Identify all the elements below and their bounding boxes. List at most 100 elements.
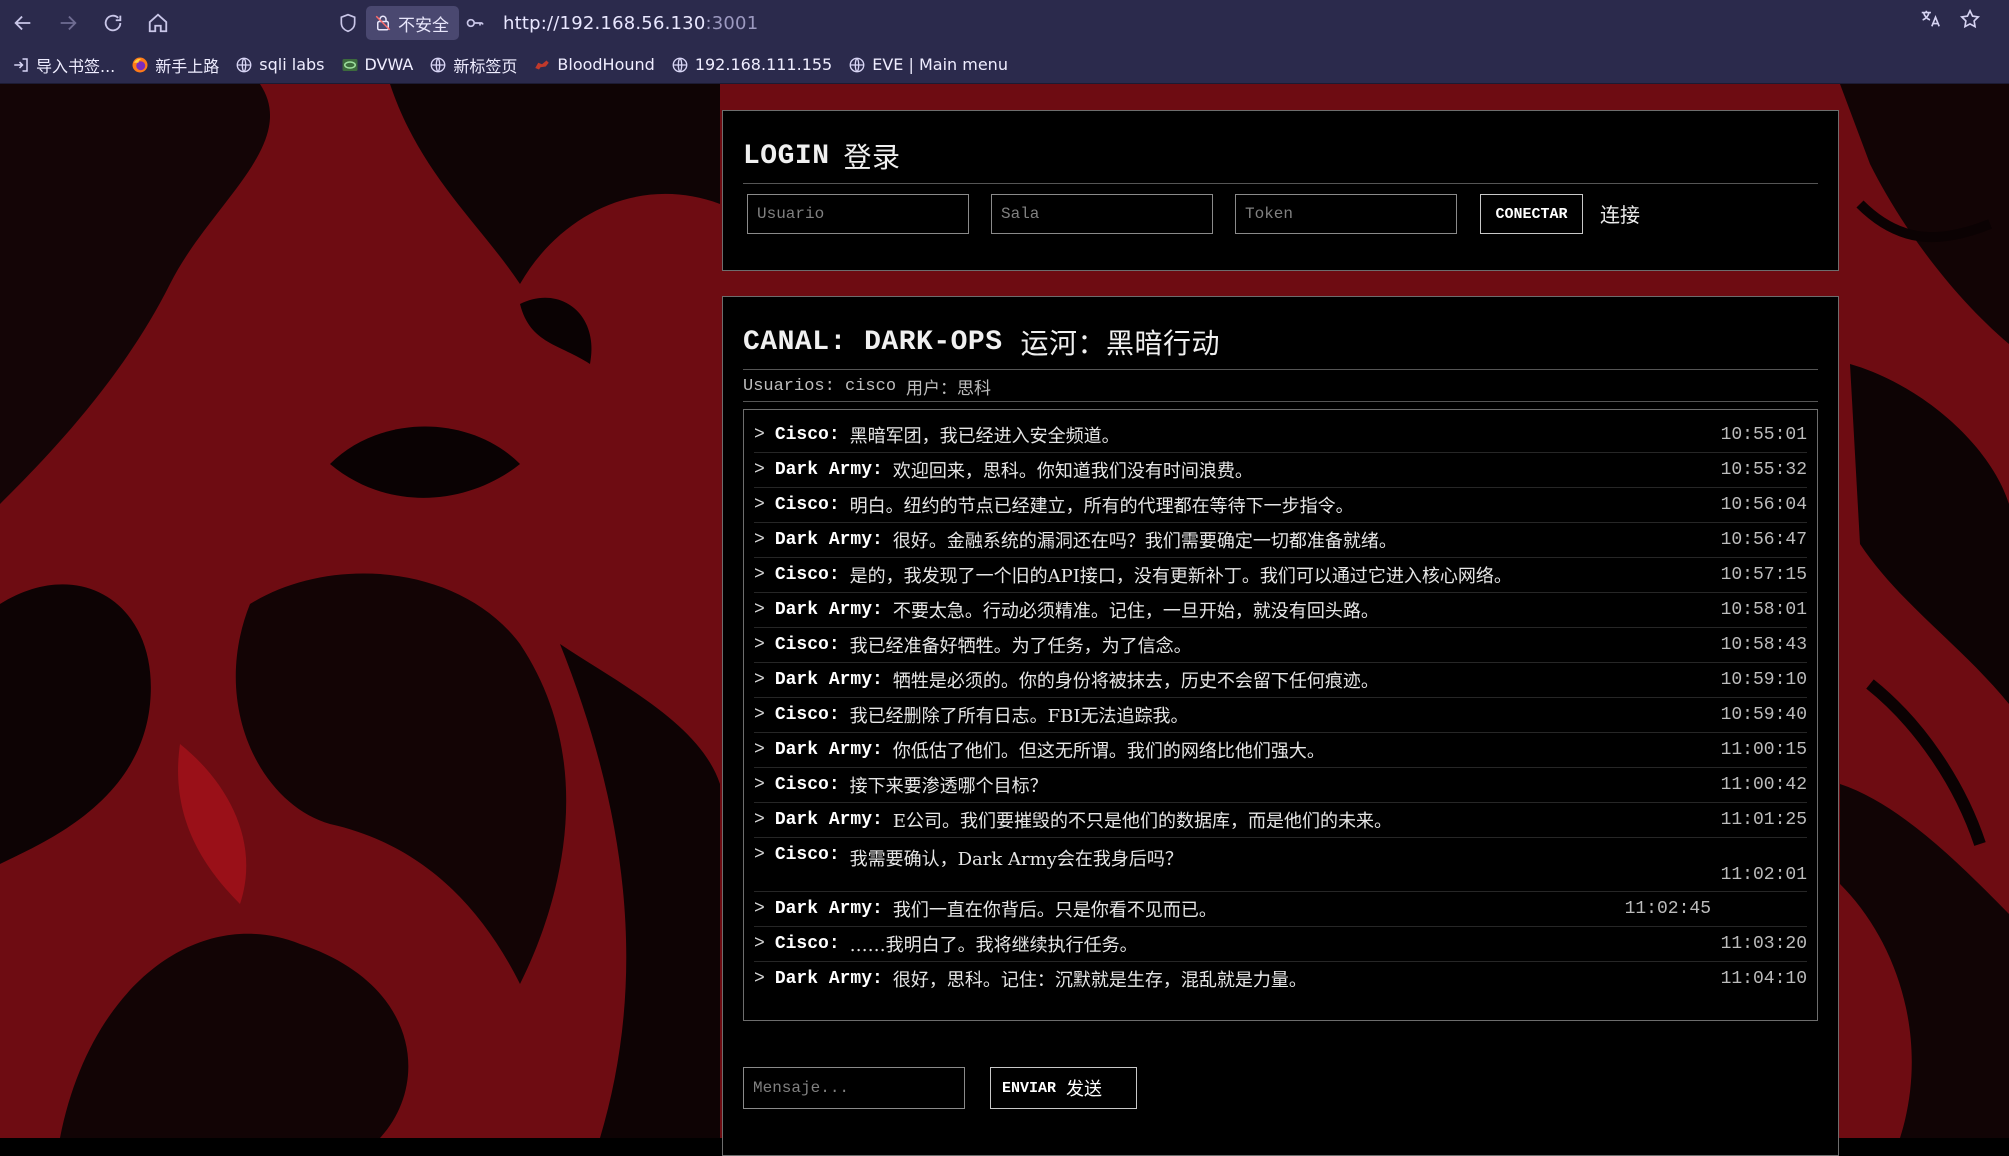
bookmark-new-tab[interactable]: 新标签页 xyxy=(429,53,517,77)
insecure-lock-icon xyxy=(375,15,391,31)
chat-message: > Cisco: ……我明白了。我将继续执行任务。 11:03:20 xyxy=(754,927,1807,962)
prompt-glyph: > xyxy=(754,899,765,919)
chat-message: > Dark Army: 你低估了他们。但这无所谓。我们的网络比他们强大。 11:00… xyxy=(754,733,1807,768)
bookmark-label: 新标签页 xyxy=(453,56,518,76)
chat-message: > Cisco: 我已经准备好牺牲。为了任务，为了信念。 10:58:43 xyxy=(754,628,1807,663)
back-button[interactable] xyxy=(0,0,45,46)
url-bar[interactable]: 不安全 http://192.168.56.130:3001 xyxy=(330,5,1960,41)
channel-title-text: CANAL: DARK-OPS xyxy=(743,326,1003,358)
prompt-glyph: > xyxy=(754,600,765,620)
message-time: 10:59:40 xyxy=(1720,705,1807,725)
url-host: http://192.168.56.130 xyxy=(503,12,706,34)
message-time: 10:57:15 xyxy=(1720,565,1807,585)
message-author: Cisco: xyxy=(774,635,840,655)
toolbar-right-icons xyxy=(1919,8,1981,30)
message-author: Cisco: xyxy=(774,775,840,795)
prompt-glyph: > xyxy=(754,845,765,865)
chat-message: > Cisco: 我需要确认，Dark Army会在我身后吗？ 11:02:01 xyxy=(754,838,1807,892)
bookmark-sqli-labs[interactable]: sqli labs xyxy=(235,55,325,74)
bookmark-eve[interactable]: EVE | Main menu xyxy=(848,55,1008,74)
translate-icon[interactable] xyxy=(1919,8,1941,30)
shield-icon xyxy=(340,13,356,33)
username-input[interactable] xyxy=(747,194,969,234)
prompt-glyph: > xyxy=(754,635,765,655)
message-log[interactable]: > Cisco: 黑暗军团，我已经进入安全频道。 10:55:01 > Dark Arm… xyxy=(743,409,1818,1021)
message-time: 10:58:01 xyxy=(1720,600,1807,620)
chat-message: > Dark Army: 我们一直在你背后。只是你看不见而已。 11:02:45 xyxy=(754,892,1807,927)
reload-button[interactable] xyxy=(90,0,135,46)
message-author: Cisco: xyxy=(774,934,840,954)
url-text[interactable]: http://192.168.56.130:3001 xyxy=(503,13,758,34)
message-text: 我们一直在你背后。只是你看不见而已。 xyxy=(892,900,1217,921)
bookmark-dvwa[interactable]: DVWA xyxy=(341,55,414,74)
bookmarks-bar: 导入书签... 新手上路 sqli labs DVWA 新标签页 BloodHo… xyxy=(0,46,2009,84)
message-author: Dark Army: xyxy=(774,899,883,919)
globe-icon xyxy=(672,57,688,72)
home-button[interactable] xyxy=(135,0,180,46)
message-time: 10:55:32 xyxy=(1720,460,1807,480)
message-text: 我需要确认，Dark Army会在我身后吗？ xyxy=(849,849,1183,870)
permissions-button[interactable] xyxy=(459,5,491,41)
import-icon xyxy=(14,57,28,72)
message-author: Dark Army: xyxy=(774,530,883,550)
dvwa-icon xyxy=(342,58,357,71)
chat-message: > Cisco: 接下来要渗透哪个目标？ 11:00:42 xyxy=(754,768,1807,803)
message-author: Cisco: xyxy=(774,495,840,515)
chat-message: > Cisco: 明白。纽约的节点已经建立，所有的代理都在等待下一步指令。 10:56… xyxy=(754,488,1807,523)
prompt-glyph: > xyxy=(754,565,765,585)
channel-title: CANAL: DARK-OPS 运河：黑暗行动 xyxy=(743,315,1818,370)
users-label-cn: 用户：思科 xyxy=(906,378,992,399)
chat-message: > Cisco: 是的，我发现了一个旧的API接口，没有更新补丁。我们可以通过它进入… xyxy=(754,558,1807,593)
message-time: 10:58:43 xyxy=(1720,635,1807,655)
message-author: Dark Army: xyxy=(774,740,883,760)
chat-message: > Cisco: 我已经删除了所有日志。FBI无法追踪我。 10:59:40 xyxy=(754,698,1807,733)
prompt-glyph: > xyxy=(754,740,765,760)
tracking-protection-button[interactable] xyxy=(330,5,366,41)
login-panel: LOGIN 登录 CONECTAR 连接 xyxy=(722,110,1839,271)
token-input[interactable] xyxy=(1235,194,1457,234)
bookmark-import[interactable]: 导入书签... xyxy=(12,53,115,77)
message-time: 10:55:01 xyxy=(1720,425,1807,445)
prompt-glyph: > xyxy=(754,934,765,954)
chat-message: > Dark Army: 很好，思科。记住：沉默就是生存，混乱就是力量。 11:04:… xyxy=(754,962,1807,996)
message-author: Cisco: xyxy=(774,705,840,725)
channel-title-cn: 运河：黑暗行动 xyxy=(1020,327,1221,360)
bookmark-label: 导入书签... xyxy=(36,56,116,76)
message-time: 10:59:10 xyxy=(1720,670,1807,690)
globe-icon xyxy=(430,57,446,72)
firefox-icon xyxy=(132,57,148,72)
bookmark-getting-started[interactable]: 新手上路 xyxy=(131,53,219,77)
message-text: 我已经准备好牺牲。为了任务，为了信念。 xyxy=(849,636,1192,657)
home-icon xyxy=(148,13,167,33)
bookmark-bloodhound[interactable]: BloodHound xyxy=(533,55,655,74)
send-button[interactable]: ENVIAR 发送 xyxy=(990,1067,1137,1109)
chat-message: > Dark Army: 牺牲是必须的。你的身份将被抹去，历史不会留下任何痕迹。 10… xyxy=(754,663,1807,698)
bookmark-label: 新手上路 xyxy=(155,56,220,76)
connect-button[interactable]: CONECTAR xyxy=(1480,194,1583,234)
chat-message: > Dark Army: 很好。金融系统的漏洞还在吗？我们需要确定一切都准备就绪。 1… xyxy=(754,523,1807,558)
chat-message: > Dark Army: E公司。我们要摧毁的不只是他们的数据库，而是他们的未来。 1… xyxy=(754,803,1807,838)
room-input[interactable] xyxy=(991,194,1213,234)
forward-button[interactable] xyxy=(45,0,90,46)
bookmark-star-icon[interactable] xyxy=(1959,8,1981,30)
security-indicator[interactable]: 不安全 xyxy=(366,6,459,40)
key-icon xyxy=(466,18,484,28)
message-author: Dark Army: xyxy=(774,460,883,480)
message-text: 你低估了他们。但这无所谓。我们的网络比他们强大。 xyxy=(892,741,1325,762)
prompt-glyph: > xyxy=(754,460,765,480)
prompt-glyph: > xyxy=(754,775,765,795)
message-text: 明白。纽约的节点已经建立，所有的代理都在等待下一步指令。 xyxy=(849,496,1354,517)
users-label: Usuarios: cisco xyxy=(743,376,897,396)
message-input[interactable] xyxy=(743,1067,965,1109)
prompt-glyph: > xyxy=(754,530,765,550)
message-text: 很好。金融系统的漏洞还在吗？我们需要确定一切都准备就绪。 xyxy=(892,531,1397,552)
bookmark-label: DVWA xyxy=(364,55,414,74)
security-label: 不安全 xyxy=(398,15,449,36)
prompt-glyph: > xyxy=(754,810,765,830)
bookmark-ip[interactable]: 192.168.111.155 xyxy=(671,55,832,74)
bookmark-label: sqli labs xyxy=(259,55,325,74)
login-title-text: LOGIN xyxy=(743,140,830,172)
message-time: 11:01:25 xyxy=(1720,810,1807,830)
chat-panel: CANAL: DARK-OPS 运河：黑暗行动 Usuarios: cisco … xyxy=(722,296,1839,1156)
message-text: 欢迎回来，思科。你知道我们没有时间浪费。 xyxy=(892,461,1253,482)
